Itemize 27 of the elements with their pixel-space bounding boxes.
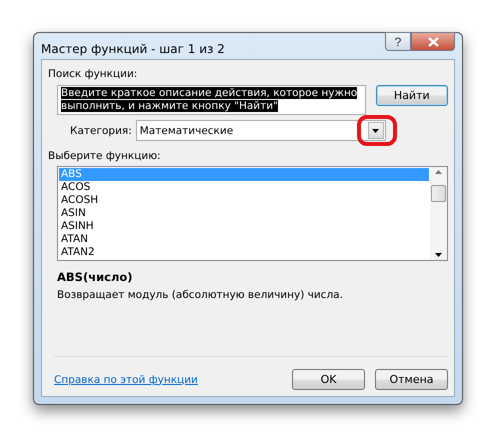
search-label: Поиск функции:	[48, 68, 138, 80]
function-signature: ABS(число)	[57, 270, 134, 284]
category-dropdown[interactable]: Математические	[136, 120, 386, 141]
category-label: Категория:	[70, 124, 132, 136]
help-button[interactable]: ?	[385, 32, 411, 51]
function-item[interactable]: ASIN	[59, 207, 429, 220]
function-list-label: Выберите функцию:	[48, 150, 162, 162]
scroll-up-icon[interactable]	[435, 170, 442, 174]
function-item[interactable]: ASINH	[59, 220, 429, 233]
ok-button[interactable]: OK	[292, 369, 365, 390]
function-item[interactable]: ATAN2	[59, 246, 429, 259]
cancel-button[interactable]: Отмена	[375, 369, 448, 390]
search-field[interactable]: Введите краткое описание действия, которое нужно выполнить, и нажмите кнопку "Найти"	[57, 85, 366, 115]
help-link[interactable]: Справка по этой функции	[54, 374, 198, 386]
window-title: Мастер функций - шаг 1 из 2	[41, 42, 225, 56]
caret-icon	[372, 128, 380, 132]
function-item[interactable]: ACOS	[59, 181, 429, 194]
function-item[interactable]: ATAN	[59, 233, 429, 246]
scroll-thumb[interactable]	[431, 185, 446, 202]
function-description: Возвращает модуль (абсолютную величину) числа.	[57, 289, 344, 301]
scroll-down-icon[interactable]	[435, 253, 442, 257]
scrollbar[interactable]	[430, 167, 447, 260]
close-button[interactable]	[411, 32, 455, 51]
function-item[interactable]: ACOSH	[59, 194, 429, 207]
find-button[interactable]: Найти	[376, 85, 448, 106]
close-icon	[428, 36, 438, 46]
dropdown-button[interactable]	[368, 122, 384, 139]
